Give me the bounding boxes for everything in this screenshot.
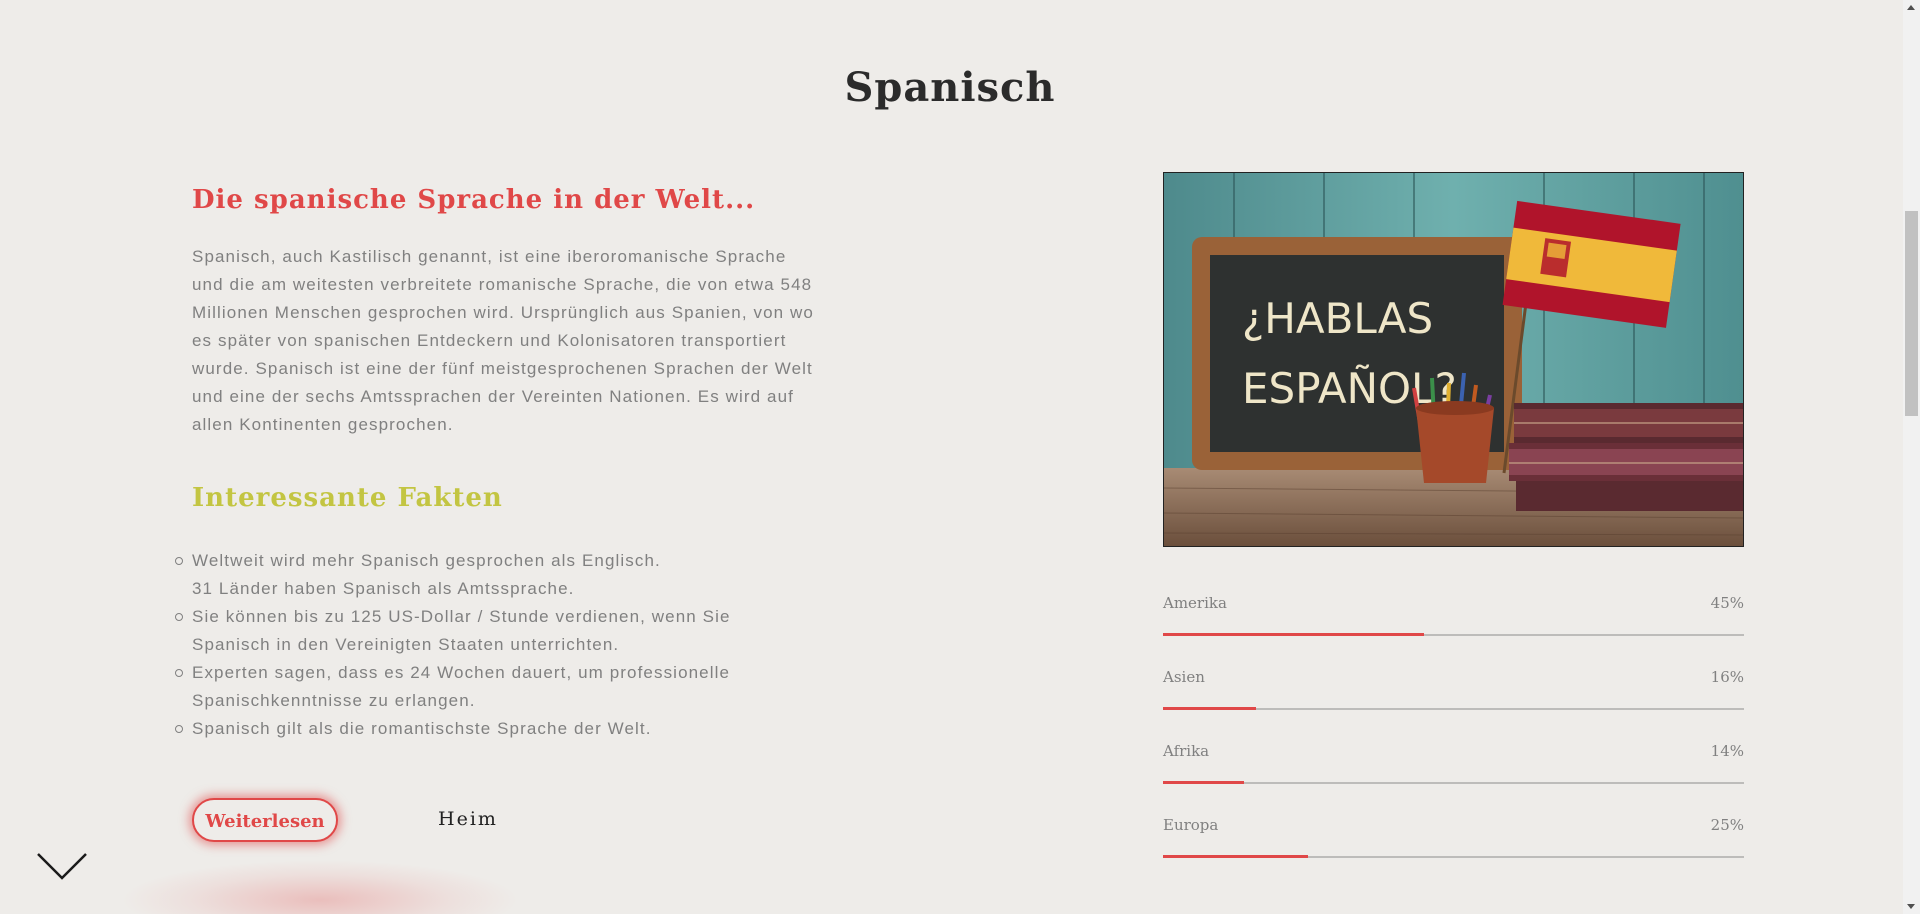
progress-track [1163, 633, 1744, 636]
progress-fill [1163, 855, 1309, 858]
fact-text: Spanisch gilt als die romantischste Spra… [192, 719, 652, 738]
intro-text: Spanisch, auch Kastilisch genannt, ist e… [192, 247, 814, 434]
bullet-icon [175, 557, 183, 565]
scrollbar-thumb[interactable] [1905, 211, 1918, 416]
progress-fill [1163, 707, 1256, 710]
progress-track [1163, 855, 1744, 858]
stat-row: Asien 16% [1163, 668, 1744, 742]
facts-list: Weltweit wird mehr Spanisch gesprochen a… [175, 547, 832, 743]
stat-value: 25% [1710, 816, 1744, 834]
stat-row: Europa 25% [1163, 816, 1744, 890]
bullet-icon [175, 725, 183, 733]
hablas-espanol-image: ¿HABLAS ESPAÑOL? [1163, 172, 1744, 547]
chevron-down-icon[interactable] [36, 852, 88, 882]
chalkboard-line1: ¿HABLAS [1242, 294, 1433, 343]
bullet-icon [175, 613, 183, 621]
stat-label: Afrika [1163, 742, 1210, 760]
progress-track [1163, 707, 1744, 710]
scroll-up-icon[interactable] [1907, 5, 1915, 10]
stat-value: 45% [1710, 594, 1744, 612]
home-link[interactable]: Heim [438, 808, 498, 830]
list-item: Spanisch gilt als die romantischste Spra… [175, 715, 792, 743]
stat-label: Amerika [1163, 594, 1227, 612]
fact-text: Sie können bis zu 125 US-Dollar / Stunde… [192, 607, 731, 654]
stat-value: 16% [1710, 668, 1744, 686]
button-glow [120, 860, 520, 914]
page: Spanisch Die spanische Sprache in der We… [0, 0, 1920, 914]
stat-row: Afrika 14% [1163, 742, 1744, 816]
stat-value: 14% [1710, 742, 1744, 760]
progress-fill [1163, 781, 1245, 784]
progress-fill [1163, 633, 1425, 636]
facts-heading: Interessante Fakten [192, 483, 503, 513]
stat-label: Europa [1163, 816, 1219, 834]
page-title: Spanisch [844, 64, 1056, 111]
intro-heading: Die spanische Sprache in der Welt... [192, 185, 756, 215]
fact-text: 31 Länder haben Spanisch als Amtssprache… [192, 579, 575, 598]
scroll-down-icon[interactable] [1907, 904, 1915, 909]
list-item: Experten sagen, dass es 24 Wochen dauert… [175, 659, 792, 715]
fact-text: Weltweit wird mehr Spanisch gesprochen a… [192, 551, 661, 570]
content-column: Die spanische Sprache in der Welt... Spa… [175, 185, 832, 743]
progress-track [1163, 781, 1744, 784]
read-more-button[interactable]: Weiterlesen [192, 798, 338, 842]
stat-label: Asien [1163, 668, 1205, 686]
bullet-icon [175, 669, 183, 677]
stat-row: Amerika 45% [1163, 594, 1744, 668]
page-scrollbar[interactable] [1903, 0, 1920, 914]
list-item: Weltweit wird mehr Spanisch gesprochen a… [175, 547, 792, 575]
list-item: 31 Länder haben Spanisch als Amtssprache… [192, 575, 792, 603]
list-item: Sie können bis zu 125 US-Dollar / Stunde… [175, 603, 792, 659]
language-distribution: Amerika 45% Asien 16% Afrika 14% Europa 25% [1163, 594, 1744, 890]
fact-text: Experten sagen, dass es 24 Wochen dauert… [192, 663, 731, 710]
